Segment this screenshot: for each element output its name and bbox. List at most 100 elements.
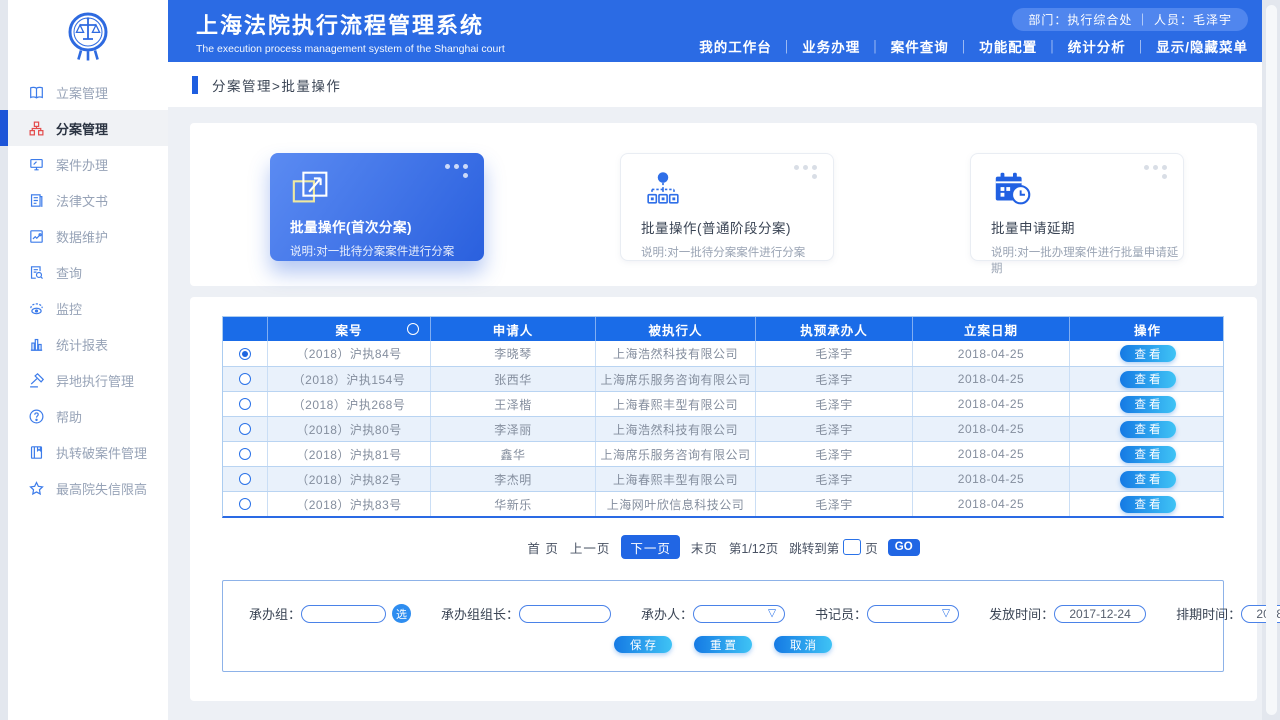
select-all-cell [223, 317, 268, 341]
top-nav: 我的工作台 业务办理 案件查询 功能配置 统计分析 显示/隐藏菜单 [699, 36, 1248, 56]
handler-label: 承办人： [641, 604, 693, 623]
table-row: （2018）沪执268号 王泽楷 上海春熙丰型有限公司 毛泽宇 2018-04-… [223, 391, 1223, 416]
view-button[interactable]: 查看 [1120, 371, 1176, 388]
cell-applicant: 王泽楷 [431, 392, 596, 416]
schedule-date-field: 排期时间： [1176, 604, 1280, 623]
nav-business-handling[interactable]: 业务办理 [772, 36, 861, 56]
bookmark-book-icon [28, 444, 45, 461]
cell-filing-date: 2018-04-25 [913, 467, 1070, 491]
group-leader-input[interactable] [519, 605, 611, 623]
page-last-link[interactable]: 末页 [691, 538, 718, 557]
group-leader-field: 承办组组长： [441, 604, 611, 623]
card-batch-first-assignment[interactable]: 批量操作(首次分案) 说明:对一批待分案案件进行分案 [270, 153, 484, 261]
card-title: 批量操作(普通阶段分案) [641, 217, 833, 237]
org-chart-icon [28, 120, 45, 137]
reset-button[interactable]: 重置 [694, 636, 752, 653]
form-fields-row: 承办组： 选 承办组组长： 承办人： ▽ [249, 604, 1223, 623]
scrollbar-track[interactable] [1266, 5, 1277, 715]
issue-date-input[interactable] [1054, 605, 1146, 623]
sidebar-item-monitoring[interactable]: 监控 [8, 290, 168, 326]
row-radio[interactable] [239, 498, 251, 510]
sidebar-item-label: 查询 [56, 263, 82, 282]
select-group-button[interactable]: 选 [392, 604, 411, 623]
cancel-button[interactable]: 取消 [774, 636, 832, 653]
more-dots-icon [1144, 165, 1170, 179]
pagination: 首 页 上一页 下一页 末页 第1/12页 跳转到第 页 GO [190, 535, 1257, 559]
cell-filing-date: 2018-04-25 [913, 417, 1070, 441]
clerk-field: 书记员： ▽ [815, 604, 959, 623]
sidebar-item-label: 法律文书 [56, 191, 108, 210]
clerk-select-input[interactable] [867, 605, 959, 623]
sidebar-item-case-assignment[interactable]: 分案管理 [8, 110, 168, 146]
sidebar-item-supreme-court-blacklist[interactable]: 最高院失信限高 [8, 470, 168, 506]
more-dots-icon [445, 164, 471, 178]
sidebar-item-label: 案件办理 [56, 155, 108, 174]
row-radio[interactable] [239, 398, 251, 410]
sidebar-item-label: 执转破案件管理 [56, 443, 147, 462]
star-icon [28, 480, 45, 497]
breadcrumb-accent-bar [192, 76, 198, 94]
nav-case-query[interactable]: 案件查询 [860, 36, 949, 56]
batch-cards-panel: 批量操作(首次分案) 说明:对一批待分案案件进行分案 [190, 123, 1257, 286]
page-jump-suffix-label: 页 [865, 538, 878, 557]
cell-case-number: （2018）沪执84号 [268, 341, 431, 366]
row-radio[interactable] [239, 473, 251, 485]
handling-group-input[interactable] [301, 605, 386, 623]
view-button[interactable]: 查看 [1120, 446, 1176, 463]
page-info: 第1/12页 [729, 538, 778, 557]
view-button[interactable]: 查看 [1120, 471, 1176, 488]
cell-respondent: 上海浩然科技有限公司 [596, 341, 756, 366]
sidebar-item-data-maintenance[interactable]: 数据维护 [8, 218, 168, 254]
page-next-link[interactable]: 下一页 [621, 535, 680, 559]
card-batch-delay-request[interactable]: 批量申请延期 说明:对一批办理案件进行批量申请延期 [970, 153, 1184, 261]
sidebar-item-remote-execution[interactable]: 异地执行管理 [8, 362, 168, 398]
view-button[interactable]: 查看 [1120, 396, 1176, 413]
handler-select[interactable]: ▽ [693, 605, 785, 623]
nav-my-workbench[interactable]: 我的工作台 [699, 36, 772, 56]
breadcrumb: 分案管理>批量操作 [212, 75, 341, 95]
app-title: 上海法院执行流程管理系统 [196, 8, 505, 40]
cell-filing-date: 2018-04-25 [913, 367, 1070, 391]
cell-respondent: 上海春熙丰型有限公司 [596, 467, 756, 491]
card-batch-stage-assignment[interactable]: 批量操作(普通阶段分案) 说明:对一批待分案案件进行分案 [620, 153, 834, 261]
nav-function-config[interactable]: 功能配置 [949, 36, 1038, 56]
handling-group-field: 承办组： 选 [249, 604, 411, 623]
book-icon [28, 84, 45, 101]
save-button[interactable]: 保存 [614, 636, 672, 653]
cell-case-number: （2018）沪执268号 [268, 392, 431, 416]
row-radio[interactable] [239, 373, 251, 385]
sidebar-item-case-filing[interactable]: 立案管理 [8, 74, 168, 110]
select-all-radio[interactable] [407, 323, 419, 335]
nav-statistics-analysis[interactable]: 统计分析 [1037, 36, 1126, 56]
row-radio[interactable] [239, 423, 251, 435]
sidebar-item-bankruptcy-transfer[interactable]: 执转破案件管理 [8, 434, 168, 470]
clerk-select[interactable]: ▽ [867, 605, 959, 623]
sidebar-item-query[interactable]: 查询 [8, 254, 168, 290]
monitor-icon [28, 156, 45, 173]
cell-case-number: （2018）沪执81号 [268, 442, 431, 466]
page-first-link[interactable]: 首 页 [527, 538, 558, 557]
go-button[interactable]: GO [888, 539, 920, 556]
view-button[interactable]: 查看 [1120, 496, 1176, 513]
case-table: 案号 申请人 被执行人 执预承办人 立案日期 操作 （2018）沪执84号 李晓… [222, 316, 1224, 518]
nav-toggle-menu[interactable]: 显示/隐藏菜单 [1126, 36, 1248, 56]
sidebar-item-help[interactable]: 帮助 [8, 398, 168, 434]
view-button[interactable]: 查看 [1120, 345, 1176, 362]
row-radio[interactable] [239, 448, 251, 460]
page-jump-input[interactable] [843, 539, 861, 555]
cell-respondent: 上海席乐服务咨询有限公司 [596, 442, 756, 466]
sidebar-item-legal-documents[interactable]: 法律文书 [8, 182, 168, 218]
cell-handler: 毛泽宇 [756, 492, 913, 516]
monitor-eye-icon [28, 300, 45, 317]
sidebar-item-statistics-report[interactable]: 统计报表 [8, 326, 168, 362]
cell-case-number: （2018）沪执82号 [268, 467, 431, 491]
sidebar-item-case-handling[interactable]: 案件办理 [8, 146, 168, 182]
page-prev-link[interactable]: 上一页 [570, 538, 611, 557]
court-emblem-icon [62, 9, 114, 65]
court-emblem-logo [8, 0, 168, 74]
handler-select-input[interactable] [693, 605, 785, 623]
row-radio[interactable] [239, 348, 251, 360]
table-body: （2018）沪执84号 李晓琴 上海浩然科技有限公司 毛泽宇 2018-04-2… [223, 341, 1223, 516]
table-row: （2018）沪执154号 张西华 上海席乐服务咨询有限公司 毛泽宇 2018-0… [223, 366, 1223, 391]
view-button[interactable]: 查看 [1120, 421, 1176, 438]
